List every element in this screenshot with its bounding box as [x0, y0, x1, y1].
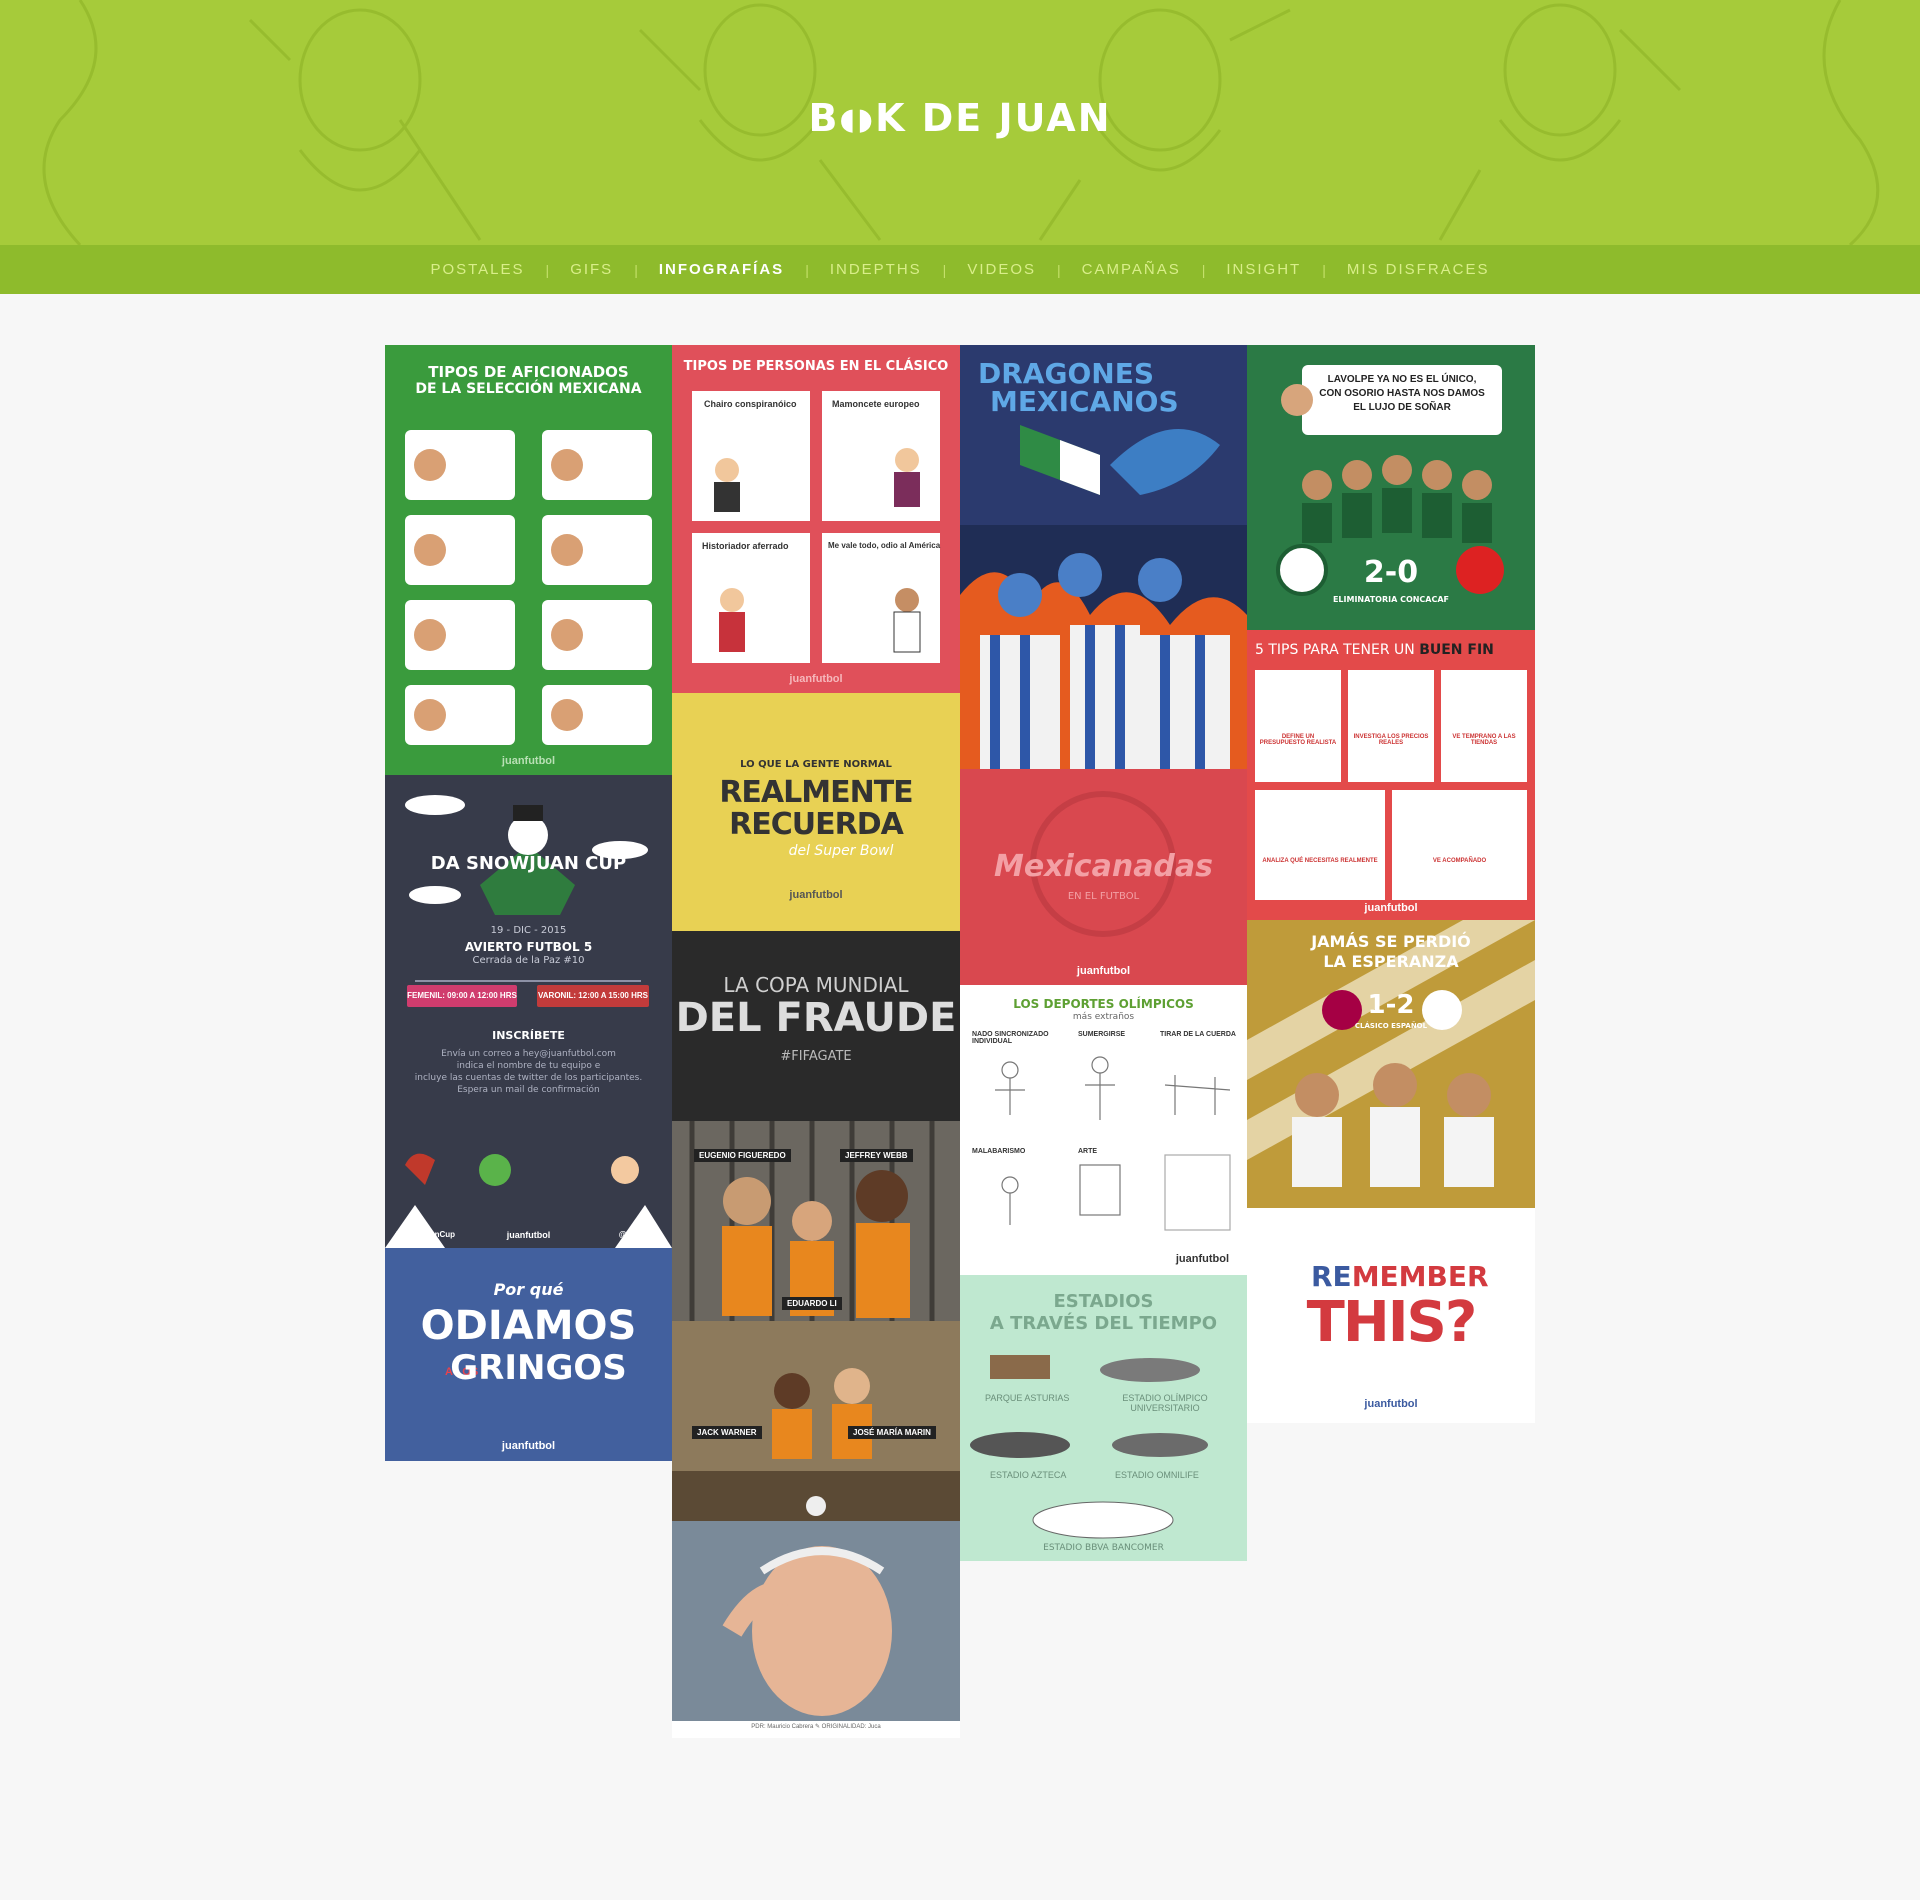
tip-label: ANALIZA QUÉ NECESITAS REALMENTE: [1262, 858, 1378, 864]
tile-superbowl[interactable]: LO QUE LA GENTE NORMAL REALMENTE RECUERD…: [672, 693, 960, 931]
nav-item-campañas[interactable]: CAMPAÑAS: [1061, 261, 1202, 278]
brand-label: juanfutbol: [1364, 902, 1418, 914]
hero-banner: B◖◗K DE JUAN: [0, 0, 1920, 245]
tile-snowjuan[interactable]: DA SNOWJUAN CUP 19 - DIC - 2015 AVIERTO …: [385, 775, 672, 1248]
title-line: #FIFAGATE: [780, 1049, 852, 1064]
tile-fraude[interactable]: LA COPA MUNDIAL DEL FRAUDE #FIFAGATE EUG…: [672, 931, 960, 1738]
event-date: 19 - DIC - 2015: [490, 925, 567, 936]
brand-label: juanfutbol: [1175, 1253, 1229, 1265]
brand-label: juanfutbol: [1076, 965, 1131, 977]
title-line: del Super Bowl: [788, 843, 894, 859]
twitter-handle: @WeraKuri: [618, 1230, 662, 1239]
tile-subtitle: EN EL FUTBOL: [1067, 891, 1140, 902]
brand-label: juanfutbol: [789, 673, 843, 685]
panel: [1255, 670, 1341, 782]
tip-label: VE ACOMPAÑADO: [1432, 858, 1487, 864]
tile-remember[interactable]: REMEMBER THIS? juanfutbol: [1247, 1208, 1535, 1423]
tile-title: 5 TIPS PARA TENER UN BUEN FIN: [1255, 642, 1494, 658]
nav-item-gifs[interactable]: GIFS: [549, 261, 634, 278]
title-line: Por qué: [493, 1280, 564, 1299]
femenil-badge: FEMENIL: 09:00 A 12:00 HRS: [407, 985, 517, 1007]
tile-personas[interactable]: TIPOS DE PERSONAS EN EL CLÁSICO Chairo c…: [672, 345, 960, 693]
book-icon: ◖◗: [839, 102, 876, 137]
faces-grid: [405, 430, 652, 745]
sport-sketches: [995, 1056, 1231, 1231]
stadium-sketches: [970, 1355, 1208, 1539]
title-line: ODIAMOS: [420, 1303, 637, 1349]
event-venue: AVIERTO FUTBOL 5: [464, 940, 593, 954]
snowjuan-badge: DA SNOWJUAN CUP: [430, 853, 627, 874]
tile-aficionados[interactable]: TIPOS DE AFICIONADOS DE LA SELECCIÓN MEX…: [385, 345, 672, 775]
event-address: Cerrada de la Paz #10: [472, 955, 585, 966]
nav-item-indepths[interactable]: INDEPTHS: [809, 261, 943, 278]
credits: PDR: Mauricio Cabrera ✎ ORIGINALIDAD: Ju…: [751, 1724, 881, 1730]
panel: [1392, 790, 1527, 900]
body-line: indica el nombre de tu equipo e: [456, 1061, 601, 1071]
nav-item-insight[interactable]: INSIGHT: [1205, 261, 1322, 278]
body-line: incluye las cuentas de twitter de los pa…: [414, 1073, 643, 1083]
title-line: REALMENTE: [719, 775, 913, 810]
title-re: REMEMBER: [1311, 1260, 1489, 1293]
title-line: LO QUE LA GENTE NORMAL: [740, 759, 892, 770]
main-nav: POSTALES | GIFS | INFOGRAFÍAS | INDEPTHS | VIDEO…: [0, 245, 1920, 294]
title-line: RECUERDA: [729, 807, 904, 842]
nav-item-videos[interactable]: VIDEOS: [946, 261, 1057, 278]
character-art: [714, 448, 921, 653]
stadium-label: ESTADIO AZTECA: [990, 1470, 1067, 1480]
panel: [1441, 670, 1527, 782]
stadium-label: ESTADIO OLÍMPICO UNIVERSITARIO: [1122, 1393, 1208, 1413]
title-line: DEL FRAUDE: [675, 995, 957, 1041]
varonil-badge: VARONIL: 12:00 A 15:00 HRS: [537, 985, 649, 1007]
score: 1-2: [1367, 990, 1415, 1020]
tile-olimpicos[interactable]: LOS DEPORTES OLÍMPICOS más extraños NADO…: [960, 985, 1247, 1275]
stadium-label: PARQUE ASTURIAS: [985, 1393, 1070, 1403]
tip-label: VE TEMPRANO A LAS TIENDAS: [1452, 734, 1516, 746]
tip-label: DEFINE UN PRESUPUESTO REALISTA: [1259, 734, 1337, 746]
brand-label: juanfutbol: [501, 1440, 556, 1452]
tip-label: INVESTIGA LOS PRECIOS REALES: [1353, 734, 1429, 746]
nav-item-infografías[interactable]: INFOGRAFÍAS: [638, 261, 805, 278]
nav-item-mis-disfraces[interactable]: MIS DISFRACES: [1326, 261, 1511, 278]
title-line: GRINGOS: [450, 1348, 627, 1388]
name-tag: JOSÉ MARÍA MARIN: [848, 1426, 936, 1439]
snow-scene: [385, 795, 672, 1248]
name-tag: JACK WARNER: [692, 1426, 762, 1439]
name-tag: EUGENIO FIGUEREDO: [694, 1149, 791, 1162]
brand-label: juanfutbol: [789, 889, 843, 901]
tile-dragones[interactable]: DRAGONES MEXICANOS: [960, 345, 1247, 769]
title-line: JAMÁS SE PERDIÓ: [1311, 932, 1471, 951]
nav-item-postales[interactable]: POSTALES: [409, 261, 545, 278]
body-line: Espera un mail de confirmación: [457, 1085, 600, 1095]
site-logo[interactable]: B◖◗K DE JUAN: [0, 96, 1920, 140]
title-line: LA ESPERANZA: [1323, 952, 1459, 971]
title-line: LA COPA MUNDIAL: [723, 973, 909, 997]
tile-title: Mexicanadas: [993, 849, 1214, 884]
panel: [1255, 790, 1385, 900]
score-caption: ELIMINATORIA CONCACAF: [1332, 595, 1450, 604]
tile-tips[interactable]: 5 TIPS PARA TENER UN BUEN FIN DEFINE UN …: [1247, 630, 1535, 920]
tile-mexicanadas[interactable]: Mexicanadas EN EL FUTBOL juanfutbol: [960, 769, 1247, 985]
name-tag: EDUARDO LI: [782, 1297, 842, 1310]
tile-esperanza[interactable]: JAMÁS SE PERDIÓ LA ESPERANZA 1-2 CLÁSICO…: [1247, 920, 1535, 1208]
stadium-label: ESTADIO OMNILIFE: [1115, 1470, 1199, 1480]
stadium-label: ESTADIO BBVA BANCOMER: [1043, 1543, 1164, 1553]
tile-estadios[interactable]: ESTADIOS A TRAVÉS DEL TIEMPO PARQUE ASTU…: [960, 1275, 1247, 1561]
brand-label: juanfutbol: [1364, 1398, 1418, 1410]
score: 2-0: [1363, 555, 1419, 590]
panel: [1348, 670, 1434, 782]
body-line: Envía un correo a hey@juanfutbol.com: [441, 1049, 616, 1059]
title-this: THIS?: [1306, 1290, 1478, 1355]
name-tag: JEFFREY WEBB: [840, 1149, 913, 1162]
tile-lavolpe[interactable]: LAVOLPE YA NO ES EL ÚNICO, CON OSORIO HA…: [1247, 345, 1535, 630]
brand-label: juanfutbol: [501, 755, 556, 767]
title-line: MEXICANOS: [990, 385, 1179, 418]
score-caption: CLÁSICO ESPAÑOL: [1354, 1022, 1428, 1030]
tile-gringos[interactable]: Por qué ODIAMOS A LOS GRINGOS juanfutbol: [385, 1248, 672, 1461]
inscribete-heading: INSCRÍBETE: [492, 1029, 565, 1042]
